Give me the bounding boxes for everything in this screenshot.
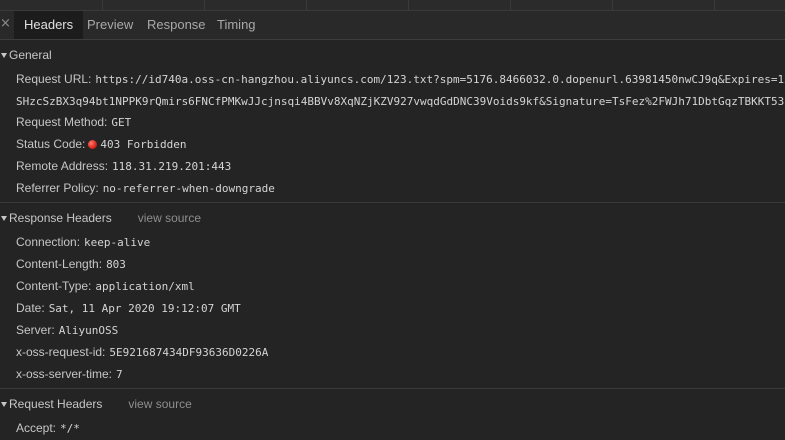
response-header-row: x-oss-request-id: 5E921687434DF93636D0226… [16, 341, 268, 363]
expand-triangle-icon [1, 401, 7, 407]
response-header-row: Connection: keep-alive [16, 231, 150, 253]
row-key: Request URL: [16, 72, 92, 86]
tab-headers[interactable]: Headers [14, 11, 84, 39]
row-key: Remote Address: [16, 159, 109, 173]
status-error-icon [88, 140, 98, 149]
close-icon[interactable]: × [0, 16, 11, 32]
row-value: 403 Forbidden [100, 138, 187, 151]
row-key: Referrer Policy: [16, 181, 99, 195]
response-header-row: Content-Length: 803 [16, 253, 126, 275]
general-row-request-method: Request Method: GET [16, 111, 131, 133]
strip-divider [612, 0, 613, 10]
response-header-row: Content-Type: application/xml [16, 275, 195, 297]
row-value: AliyunOSS [58, 324, 119, 337]
response-header-row: Date: Sat, 11 Apr 2020 19:12:07 GMT [16, 297, 241, 319]
row-key: x-oss-server-time: [16, 367, 113, 381]
section-response-headers-header[interactable]: Response Headers view source [0, 207, 201, 229]
strip-divider [408, 0, 409, 10]
request-header-row: Accept: */* [16, 417, 80, 439]
general-row-referrer-policy: Referrer Policy: no-referrer-when-downgra… [16, 177, 275, 199]
row-value: application/xml [95, 280, 195, 293]
view-source-link[interactable]: view source [138, 211, 201, 225]
general-row-status-code: Status Code: 403 Forbidden [16, 133, 186, 155]
expand-triangle-icon [1, 52, 7, 58]
top-strip [0, 0, 785, 11]
section-title: Request Headers [9, 397, 103, 411]
general-row-remote-address: Remote Address: 118.31.219.201:443 [16, 155, 231, 177]
view-source-link[interactable]: view source [128, 397, 191, 411]
section-divider [0, 202, 785, 203]
general-row-request-url-cont: SHzcSzBX3q94bt1NPPK9rQmirs6FNCfPMKwJJcjn… [16, 90, 785, 112]
general-row-request-url: Request URL: https://id740a.oss-cn-hangzh… [16, 68, 785, 90]
row-key: x-oss-request-id: [16, 345, 106, 359]
row-key: Content-Length: [16, 257, 103, 271]
row-value: Sat, 11 Apr 2020 19:12:07 GMT [48, 302, 241, 315]
section-request-headers-header[interactable]: Request Headers view source [0, 393, 192, 415]
row-value: no-referrer-when-downgrade [102, 182, 275, 195]
row-key: Content-Type: [16, 279, 92, 293]
row-key: Connection: [16, 235, 81, 249]
row-value: GET [111, 116, 132, 129]
row-value: 7 [116, 368, 123, 381]
section-general-header[interactable]: General [0, 44, 52, 66]
strip-divider [510, 0, 511, 10]
row-key: Request Method: [16, 115, 108, 129]
section-title: General [9, 48, 52, 62]
strip-divider [102, 0, 103, 10]
row-value: 803 [106, 258, 126, 271]
response-header-row: Server: AliyunOSS [16, 319, 118, 341]
row-value: 5E921687434DF93636D0226A [109, 346, 269, 359]
response-header-row: x-oss-server-time: 7 [16, 363, 123, 385]
tab-preview[interactable]: Preview [77, 11, 143, 39]
strip-divider [714, 0, 715, 10]
row-value: SHzcSzBX3q94bt1NPPK9rQmirs6FNCfPMKwJJcjn… [16, 95, 785, 108]
expand-triangle-icon [1, 215, 7, 221]
row-key: Server: [16, 323, 55, 337]
row-value: https://id740a.oss-cn-hangzhou.aliyuncs.… [95, 73, 785, 86]
strip-divider [306, 0, 307, 10]
tab-response[interactable]: Response [137, 11, 216, 39]
section-divider [0, 388, 785, 389]
row-key: Date: [16, 301, 45, 315]
strip-divider [204, 0, 205, 10]
row-key: Status Code: [16, 137, 86, 151]
row-value: keep-alive [84, 236, 151, 249]
tab-bar: × Headers Preview Response Timing [0, 11, 785, 40]
section-title: Response Headers [9, 211, 112, 225]
row-value: 118.31.219.201:443 [112, 160, 232, 173]
tab-timing[interactable]: Timing [207, 11, 266, 39]
row-value: */* [60, 422, 80, 435]
